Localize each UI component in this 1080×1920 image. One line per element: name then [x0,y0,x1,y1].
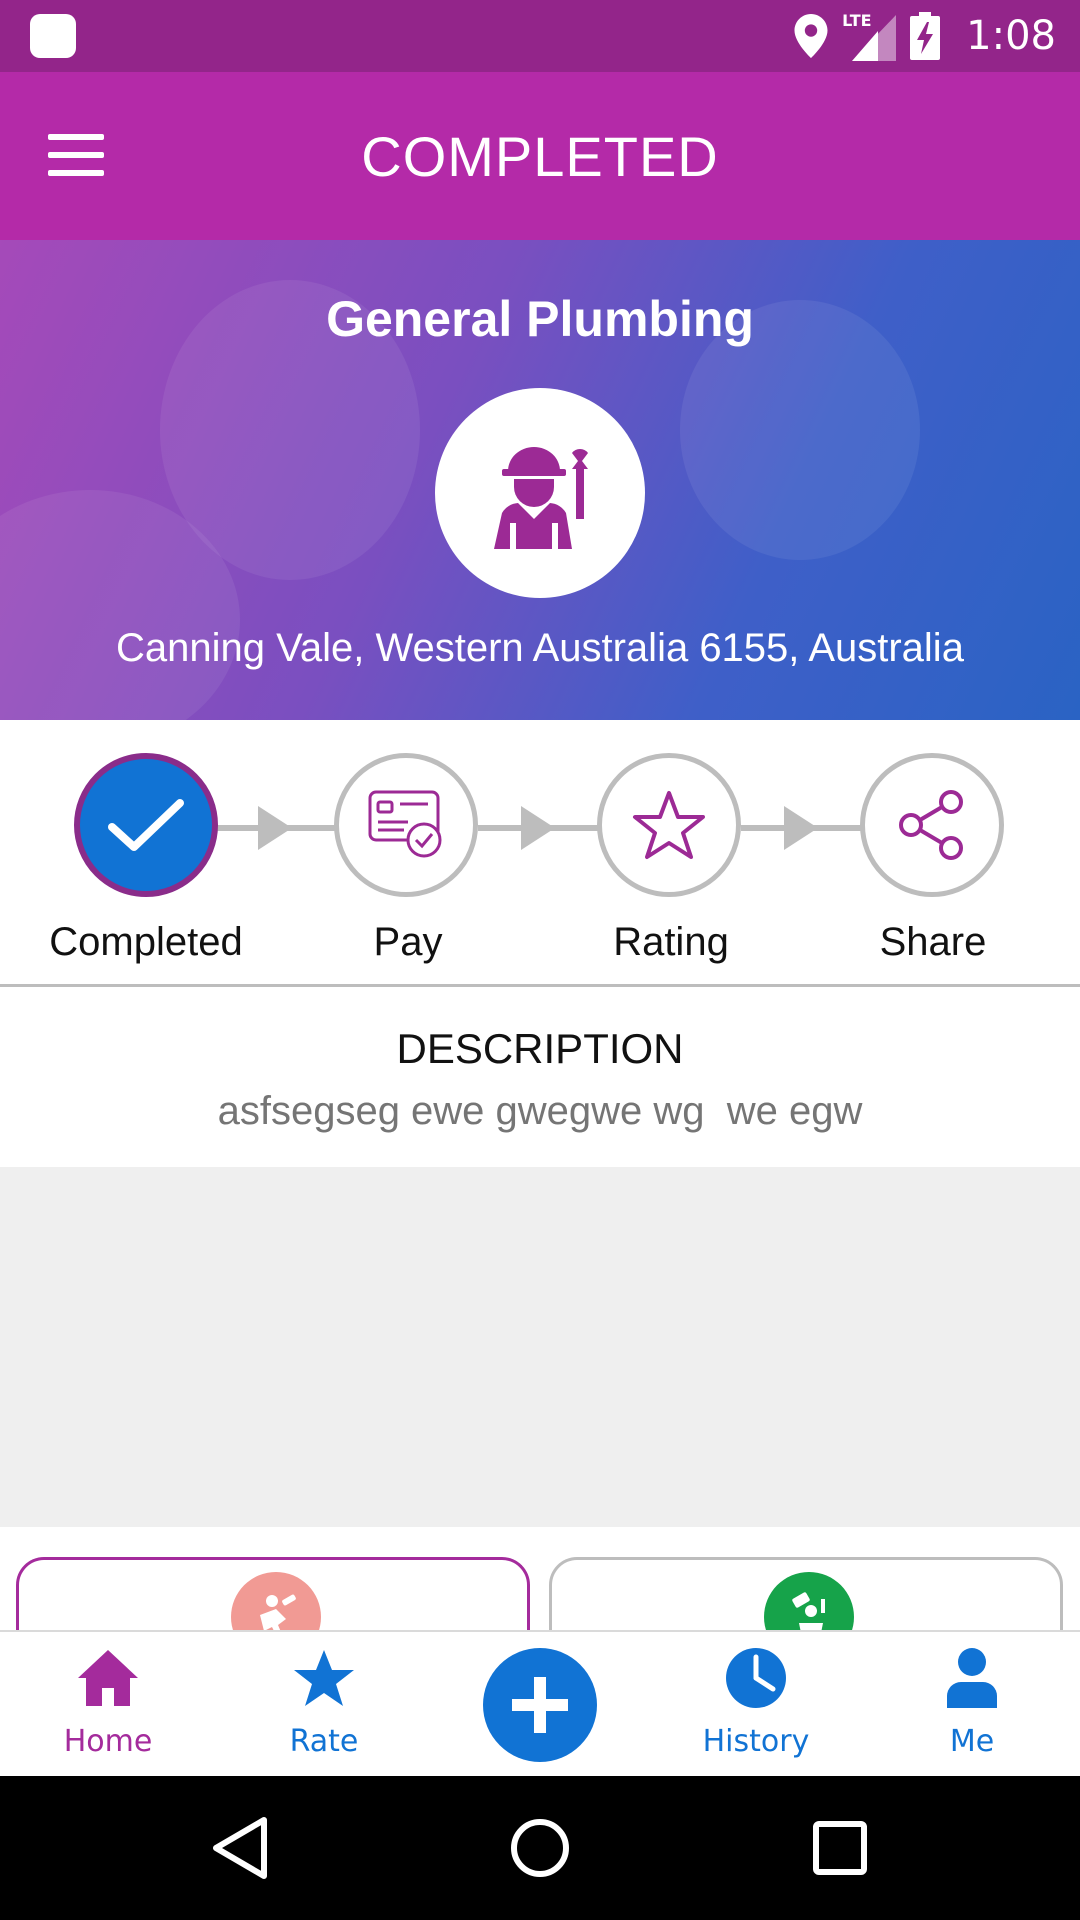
service-title: General Plumbing [326,291,754,347]
recents-square-icon [813,1821,867,1875]
nav-home-label: Home [63,1724,153,1759]
content-background [0,1167,1080,1527]
hamburger-icon-line [48,152,104,158]
description-text: asfsegseg ewe gwegwe wg we egw [217,1089,863,1133]
system-recents-button[interactable] [804,1812,876,1884]
person-icon [940,1646,1004,1710]
description-section: DESCRIPTION asfsegseg ewe gwegwe wg we e… [0,987,1080,1167]
step-share-button[interactable] [860,753,1004,897]
step-arrow-icon [258,806,292,850]
plumber-icon [494,447,588,549]
back-triangle-icon [213,1817,267,1879]
check-icon [108,799,184,851]
home-circle-icon [511,1819,569,1877]
location-icon [794,14,828,58]
step-arrow-icon [784,806,818,850]
step-label-rating: Rating [613,920,729,964]
step-label-completed: Completed [49,920,243,964]
status-bar: LTE 1:08 [0,0,1080,72]
notification-app-icon [30,14,76,58]
system-back-button[interactable] [204,1812,276,1884]
nav-history-label: History [702,1724,810,1759]
battery-charging-icon [910,12,941,60]
description-heading: DESCRIPTION [396,1025,684,1072]
service-address: Canning Vale, Western Australia 6155, Au… [116,626,964,670]
system-home-button[interactable] [504,1812,576,1884]
star-outline-icon [633,791,705,859]
star-icon [292,1646,356,1710]
hamburger-icon-line [48,170,104,176]
hamburger-icon-line [48,134,104,140]
nav-history[interactable]: History [656,1632,856,1778]
lte-signal-icon: LTE [842,11,897,61]
nav-me[interactable]: Me [872,1632,1072,1778]
nav-rate-label: Rate [289,1724,359,1759]
step-rating-button[interactable] [597,753,741,897]
app-bar: COMPLETED [0,72,1080,240]
nav-me-label: Me [949,1724,995,1759]
service-avatar [435,388,645,598]
service-banner: General Plumbing Canning Vale, Western A… [0,240,1080,720]
step-completed-button[interactable] [74,753,218,897]
bottom-navigation: Home Rate History Me [0,1630,1080,1778]
share-icon [899,790,963,860]
nav-home[interactable]: Home [8,1632,208,1778]
menu-button[interactable] [48,122,120,188]
step-label-share: Share [879,920,987,964]
clock-icon [724,1646,788,1710]
add-request-button[interactable] [483,1648,597,1762]
step-arrow-icon [521,806,555,850]
step-label-pay: Pay [373,920,443,964]
progress-steps: Completed Pay Rating Share [0,720,1080,987]
plus-icon [512,1677,568,1733]
page-title: COMPLETED [361,124,719,188]
step-pay-button[interactable] [334,753,478,897]
screen: LTE 1:08 COMPLETED General Plumbing Cann… [0,0,1080,1920]
home-icon [76,1646,140,1710]
payment-card-icon [368,790,442,858]
status-icons: LTE 1:08 [794,0,1056,72]
nav-rate[interactable]: Rate [224,1632,424,1778]
system-navigation-bar [0,1776,1080,1920]
status-time: 1:08 [966,13,1056,59]
